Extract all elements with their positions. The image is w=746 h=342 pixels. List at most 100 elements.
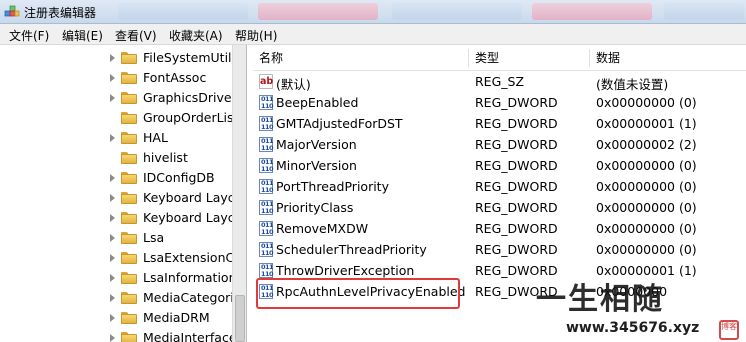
list-row[interactable]: 011 110 GMTAdjustedForDST REG_DWORD 0x000… [253, 114, 746, 135]
tree-item[interactable]: IDConfigDB [0, 168, 232, 188]
value-name: PortThreadPriority [276, 179, 389, 194]
watermark-logo: 一生相随 [536, 282, 664, 317]
background-tab[interactable] [532, 3, 652, 20]
value-type: REG_DWORD [475, 200, 558, 215]
list-row[interactable]: 011 110 MinorVersion REG_DWORD 0x00000000… [253, 156, 746, 177]
expand-arrow-icon[interactable] [110, 334, 115, 342]
tree-item[interactable]: Keyboard Layc [0, 208, 235, 228]
folder-icon [121, 311, 137, 324]
expand-arrow-icon[interactable] [110, 274, 115, 282]
expand-arrow-icon[interactable] [110, 54, 115, 62]
folder-icon [121, 251, 137, 264]
tree-item-label: GroupOrderLis [143, 110, 234, 125]
background-tab[interactable] [258, 3, 378, 20]
column-header-name[interactable]: 名称 [253, 45, 283, 71]
list-row[interactable]: 011 110 PortThreadPriority REG_DWORD 0x00… [253, 177, 746, 198]
tree-item[interactable]: hivelist [0, 148, 232, 168]
tree-item[interactable]: LsaExtensionCc [0, 248, 241, 268]
list-row[interactable]: 011 110 SchedulerThreadPriority REG_DWORD… [253, 240, 746, 261]
list-row[interactable]: 011 110 RemoveMXDW REG_DWORD 0x00000000 (… [253, 219, 746, 240]
list-row[interactable]: 011 110 MajorVersion REG_DWORD 0x00000002… [253, 135, 746, 156]
folder-icon [121, 191, 137, 204]
folder-icon [121, 211, 137, 224]
value-type: REG_SZ [475, 74, 525, 89]
tree-item-label: IDConfigDB [143, 170, 215, 185]
folder-icon [121, 131, 137, 144]
tree-item[interactable]: MediaInterface [0, 328, 237, 342]
background-tab[interactable] [664, 3, 744, 20]
menu-help[interactable]: 帮助(H) [235, 27, 277, 44]
expand-arrow-icon[interactable] [110, 194, 115, 202]
value-data: (数值未设置) [596, 77, 669, 92]
list-row[interactable]: 011 110 BeepEnabled REG_DWORD 0x00000000 … [253, 93, 746, 114]
binary-value-icon: 011 110 [259, 116, 274, 131]
expand-arrow-icon[interactable] [110, 234, 115, 242]
expand-arrow-icon[interactable] [110, 214, 115, 222]
tree-item-label: MediaInterface [143, 330, 237, 342]
expand-arrow-icon[interactable] [110, 294, 115, 302]
expand-arrow-icon[interactable] [110, 174, 115, 182]
tree-scrollbar[interactable] [232, 45, 246, 342]
registry-tree[interactable]: FileSystemUtilit FontAssoc GraphicsDrive… [0, 45, 247, 342]
background-tab[interactable] [392, 3, 522, 20]
folder-icon [121, 111, 137, 124]
tree-item[interactable]: GraphicsDriver [0, 88, 237, 108]
binary-value-icon: 011 110 [259, 221, 274, 236]
value-type: REG_DWORD [475, 179, 558, 194]
menu-view[interactable]: 查看(V) [115, 27, 157, 44]
tree-item-label: hivelist [143, 150, 188, 165]
binary-value-icon: 011 110 [259, 200, 274, 215]
value-name: BeepEnabled [276, 95, 359, 110]
expand-arrow-icon[interactable] [110, 94, 115, 102]
scrollbar-thumb[interactable] [235, 295, 245, 342]
menu-edit[interactable]: 编辑(E) [62, 27, 103, 44]
folder-icon [121, 51, 137, 64]
value-data: 0x00000000 (0) [596, 179, 697, 194]
tree-item-label: FontAssoc [143, 70, 207, 85]
list-row[interactable]: ab (默认) REG_SZ (数值未设置) [253, 72, 746, 93]
tree-item[interactable]: HAL [0, 128, 232, 148]
folder-icon [121, 231, 137, 244]
tree-item-label: LsaExtensionCc [143, 250, 242, 265]
folder-icon [121, 151, 137, 164]
expand-arrow-icon[interactable] [110, 254, 115, 262]
tree-item[interactable]: Keyboard Layc [0, 188, 235, 208]
expand-arrow-icon[interactable] [110, 134, 115, 142]
tree-item[interactable]: FontAssoc [0, 68, 232, 88]
value-name: RemoveMXDW [276, 221, 369, 236]
value-data: 0x00000000 (0) [596, 158, 697, 173]
tree-item-label: LsaInformation [143, 270, 237, 285]
string-value-icon: ab [259, 74, 274, 89]
column-header-type[interactable]: 类型 [469, 45, 499, 71]
expand-arrow-icon[interactable] [110, 74, 115, 82]
regedit-icon [4, 5, 20, 17]
menu-file[interactable]: 文件(F) [9, 27, 49, 44]
folder-icon [121, 91, 137, 104]
tree-item-label: Keyboard Layc [143, 210, 235, 225]
tree-item[interactable]: GroupOrderLis [0, 108, 234, 128]
tree-item-label: GraphicsDriver [143, 90, 237, 105]
value-data: 0x00000002 (2) [596, 137, 697, 152]
tree-item-label: FileSystemUtilit [143, 50, 240, 65]
value-name: PriorityClass [276, 200, 354, 215]
highlight-box [256, 278, 460, 309]
list-row[interactable]: 011 110 PriorityClass REG_DWORD 0x0000000… [253, 198, 746, 219]
expand-arrow-icon[interactable] [110, 314, 115, 322]
value-data: 0x00000000 (0) [596, 95, 697, 110]
tree-item[interactable]: FileSystemUtilit [0, 48, 240, 68]
column-header-data[interactable]: 数据 [590, 45, 620, 71]
value-name: GMTAdjustedForDST [276, 116, 403, 131]
binary-value-icon: 011 110 [259, 95, 274, 110]
binary-value-icon: 011 110 [259, 263, 274, 278]
tree-item[interactable]: MediaCategori [0, 288, 234, 308]
tree-item-label: MediaDRM [143, 310, 210, 325]
folder-icon [121, 271, 137, 284]
value-name: ThrowDriverException [276, 263, 415, 278]
tree-item[interactable]: Lsa [0, 228, 232, 248]
tree-item[interactable]: LsaInformation [0, 268, 237, 288]
background-tab[interactable] [118, 3, 248, 20]
binary-value-icon: 011 110 [259, 137, 274, 152]
menu-favorites[interactable]: 收藏夹(A) [169, 27, 223, 44]
tree-item[interactable]: MediaDRM [0, 308, 232, 328]
value-data: 0x00000000 (0) [596, 221, 697, 236]
